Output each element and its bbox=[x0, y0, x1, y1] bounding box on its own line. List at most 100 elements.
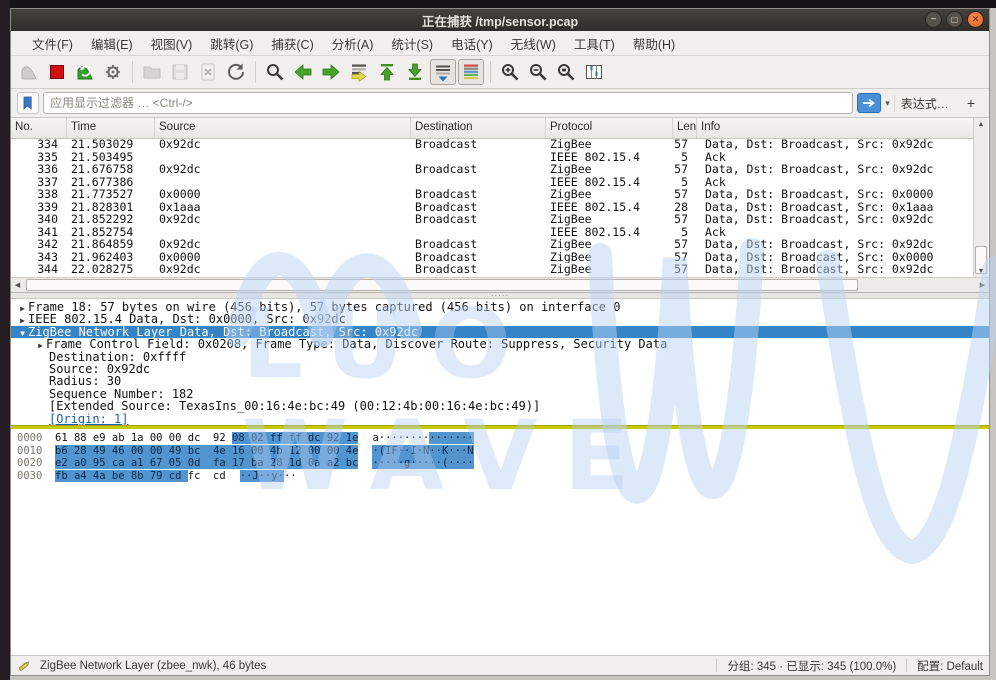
column-header-source[interactable]: Source bbox=[155, 118, 411, 138]
menu-item-4[interactable]: 捕获(C) bbox=[262, 31, 322, 56]
column-header-no[interactable]: No. bbox=[11, 118, 67, 138]
packet-row-341[interactable]: 34121.852754IEEE 802.15.45Ack bbox=[11, 226, 974, 239]
auto-scroll-button[interactable] bbox=[430, 59, 456, 85]
resize-columns-icon bbox=[583, 61, 605, 83]
save-file-button bbox=[167, 59, 193, 85]
go-to-packet-button[interactable] bbox=[346, 59, 372, 85]
packet-row-342[interactable]: 34221.8648590x92dcBroadcastZigBee57Data,… bbox=[11, 238, 974, 251]
menu-item-7[interactable]: 电话(Y) bbox=[442, 31, 502, 56]
toolbar-separator bbox=[132, 61, 133, 83]
packet-row-339[interactable]: 33921.8283010x1aaaBroadcastIEEE 802.15.4… bbox=[11, 201, 974, 214]
filter-dropdown-caret[interactable]: ▾ bbox=[885, 98, 890, 109]
menu-item-3[interactable]: 跳转(G) bbox=[201, 31, 262, 56]
close-file-icon bbox=[197, 61, 219, 83]
minimize-button[interactable]: − bbox=[925, 11, 942, 28]
scroll-left-icon[interactable]: ◀ bbox=[11, 278, 24, 292]
desktop-top-strip bbox=[0, 0, 996, 8]
add-filter-button[interactable]: + bbox=[959, 95, 983, 111]
menu-item-9[interactable]: 工具(T) bbox=[565, 31, 624, 56]
column-header-length[interactable]: Length bbox=[673, 118, 697, 138]
hex-offset: 0000 bbox=[17, 432, 53, 445]
menu-item-6[interactable]: 统计(S) bbox=[382, 31, 442, 56]
menu-item-1[interactable]: 编辑(E) bbox=[82, 31, 142, 56]
packet-list-vscrollbar[interactable]: ▲ ▼ bbox=[973, 118, 988, 278]
detail-line-9[interactable]: [Origin: 1] bbox=[11, 413, 989, 425]
apply-arrow-icon bbox=[862, 97, 876, 109]
display-filter-input[interactable] bbox=[43, 92, 853, 114]
packet-row-335[interactable]: 33521.503495IEEE 802.15.45Ack bbox=[11, 151, 974, 164]
scroll-up-icon[interactable]: ▲ bbox=[974, 118, 988, 131]
packet-row-334[interactable]: 33421.5030290x92dcBroadcastZigBee57Data,… bbox=[11, 138, 974, 151]
expert-info-icon[interactable] bbox=[17, 658, 32, 673]
go-back-button[interactable] bbox=[290, 59, 316, 85]
packet-row-338[interactable]: 33821.7735270x0000BroadcastZigBee57Data,… bbox=[11, 188, 974, 201]
colorize-button[interactable] bbox=[458, 59, 484, 85]
zoom-out-button[interactable] bbox=[525, 59, 551, 85]
menubar: 文件(F)编辑(E)视图(V)跳转(G)捕获(C)分析(A)统计(S)电话(Y)… bbox=[11, 31, 989, 56]
hscroll-thumb[interactable] bbox=[26, 279, 858, 291]
zoom-original-icon bbox=[555, 61, 577, 83]
stop-capture-icon bbox=[46, 61, 68, 83]
resize-columns-button[interactable] bbox=[581, 59, 607, 85]
packet-list-pane: No.TimeSourceDestinationProtocolLengthIn… bbox=[11, 118, 989, 293]
capture-options-icon bbox=[102, 61, 124, 83]
packet-row-343[interactable]: 34321.9624030x0000BroadcastZigBee57Data,… bbox=[11, 251, 974, 264]
open-file-icon bbox=[141, 61, 163, 83]
zoom-in-icon bbox=[499, 61, 521, 83]
menu-item-2[interactable]: 视图(V) bbox=[142, 31, 202, 56]
column-header-info[interactable]: Info bbox=[697, 118, 974, 138]
open-file-button bbox=[139, 59, 165, 85]
close-button[interactable]: ✕ bbox=[967, 11, 984, 28]
desktop-left-strip bbox=[0, 0, 10, 680]
packet-row-337[interactable]: 33721.677386IEEE 802.15.45Ack bbox=[11, 176, 974, 189]
colorize-icon bbox=[460, 61, 482, 83]
menu-item-8[interactable]: 无线(W) bbox=[502, 31, 565, 56]
find-packet-button[interactable] bbox=[262, 59, 288, 85]
scroll-right-icon[interactable]: ▶ bbox=[976, 278, 989, 292]
toolbar-separator bbox=[255, 61, 256, 83]
packet-list-header: No.TimeSourceDestinationProtocolLengthIn… bbox=[11, 118, 974, 139]
go-forward-button[interactable] bbox=[318, 59, 344, 85]
menu-item-10[interactable]: 帮助(H) bbox=[624, 31, 684, 56]
go-first-button[interactable] bbox=[374, 59, 400, 85]
find-packet-icon bbox=[264, 61, 286, 83]
menu-item-5[interactable]: 分析(A) bbox=[323, 31, 383, 56]
expression-button[interactable]: 表达式… bbox=[894, 95, 955, 112]
stop-capture-button[interactable] bbox=[44, 59, 70, 85]
titlebar[interactable]: 正在捕获 /tmp/sensor.pcap − ▢ ✕ bbox=[11, 9, 989, 31]
detail-line-4[interactable]: Destination: 0xffff bbox=[11, 351, 989, 363]
zoom-in-button[interactable] bbox=[497, 59, 523, 85]
packet-row-336[interactable]: 33621.6767580x92dcBroadcastZigBee57Data,… bbox=[11, 163, 974, 176]
column-header-time[interactable]: Time bbox=[67, 118, 155, 138]
go-last-button[interactable] bbox=[402, 59, 428, 85]
packet-row-344[interactable]: 34422.0282750x92dcBroadcastZigBee57Data,… bbox=[11, 263, 974, 276]
reload-file-button[interactable] bbox=[223, 59, 249, 85]
main-toolbar bbox=[11, 56, 989, 89]
packet-list-hscrollbar[interactable]: ◀ ▶ bbox=[11, 277, 989, 292]
capture-options-button[interactable] bbox=[100, 59, 126, 85]
hex-row-0010[interactable]: 0010b6 28 49 46 00 00 49 bc 4e 16 00 4b … bbox=[11, 445, 989, 458]
filter-bookmark-button[interactable] bbox=[17, 92, 39, 114]
detail-line-5[interactable]: Source: 0x92dc bbox=[11, 363, 989, 375]
hex-row-0020[interactable]: 0020e2 a0 95 ca a1 67 05 0d fa 17 ba 28 … bbox=[11, 457, 989, 470]
packet-row-340[interactable]: 34021.8522920x92dcBroadcastZigBee57Data,… bbox=[11, 213, 974, 226]
minimize-icon: − bbox=[931, 15, 937, 25]
packet-bytes-pane: 000061 88 e9 ab 1a 00 00 dc 92 08 02 ff … bbox=[11, 429, 989, 655]
zoom-original-button[interactable] bbox=[553, 59, 579, 85]
maximize-button[interactable]: ▢ bbox=[946, 11, 963, 28]
hex-row-0000[interactable]: 000061 88 e9 ab 1a 00 00 dc 92 08 02 ff … bbox=[11, 432, 989, 445]
hex-row-0030[interactable]: 0030fb a4 4a be 8b 79 cd fc cd··J··y··· bbox=[11, 470, 989, 483]
close-file-button bbox=[195, 59, 221, 85]
status-packet-counts: 分组: 345 · 已显示: 345 (100.0%) bbox=[727, 658, 896, 674]
column-header-destination[interactable]: Destination bbox=[411, 118, 546, 138]
detail-line-8[interactable]: [Extended Source: TexasIns_00:16:4e:bc:4… bbox=[11, 400, 989, 412]
apply-filter-button[interactable] bbox=[857, 93, 881, 113]
window-title: 正在捕获 /tmp/sensor.pcap bbox=[422, 11, 578, 30]
status-profile[interactable]: 配置: Default bbox=[917, 658, 983, 674]
filter-bar: ▾ 表达式… + bbox=[11, 89, 989, 118]
restart-capture-button[interactable] bbox=[72, 59, 98, 85]
menu-item-0[interactable]: 文件(F) bbox=[23, 31, 82, 56]
hex-offset: 0020 bbox=[17, 457, 53, 470]
column-header-protocol[interactable]: Protocol bbox=[546, 118, 673, 138]
toolbar-separator bbox=[490, 61, 491, 83]
